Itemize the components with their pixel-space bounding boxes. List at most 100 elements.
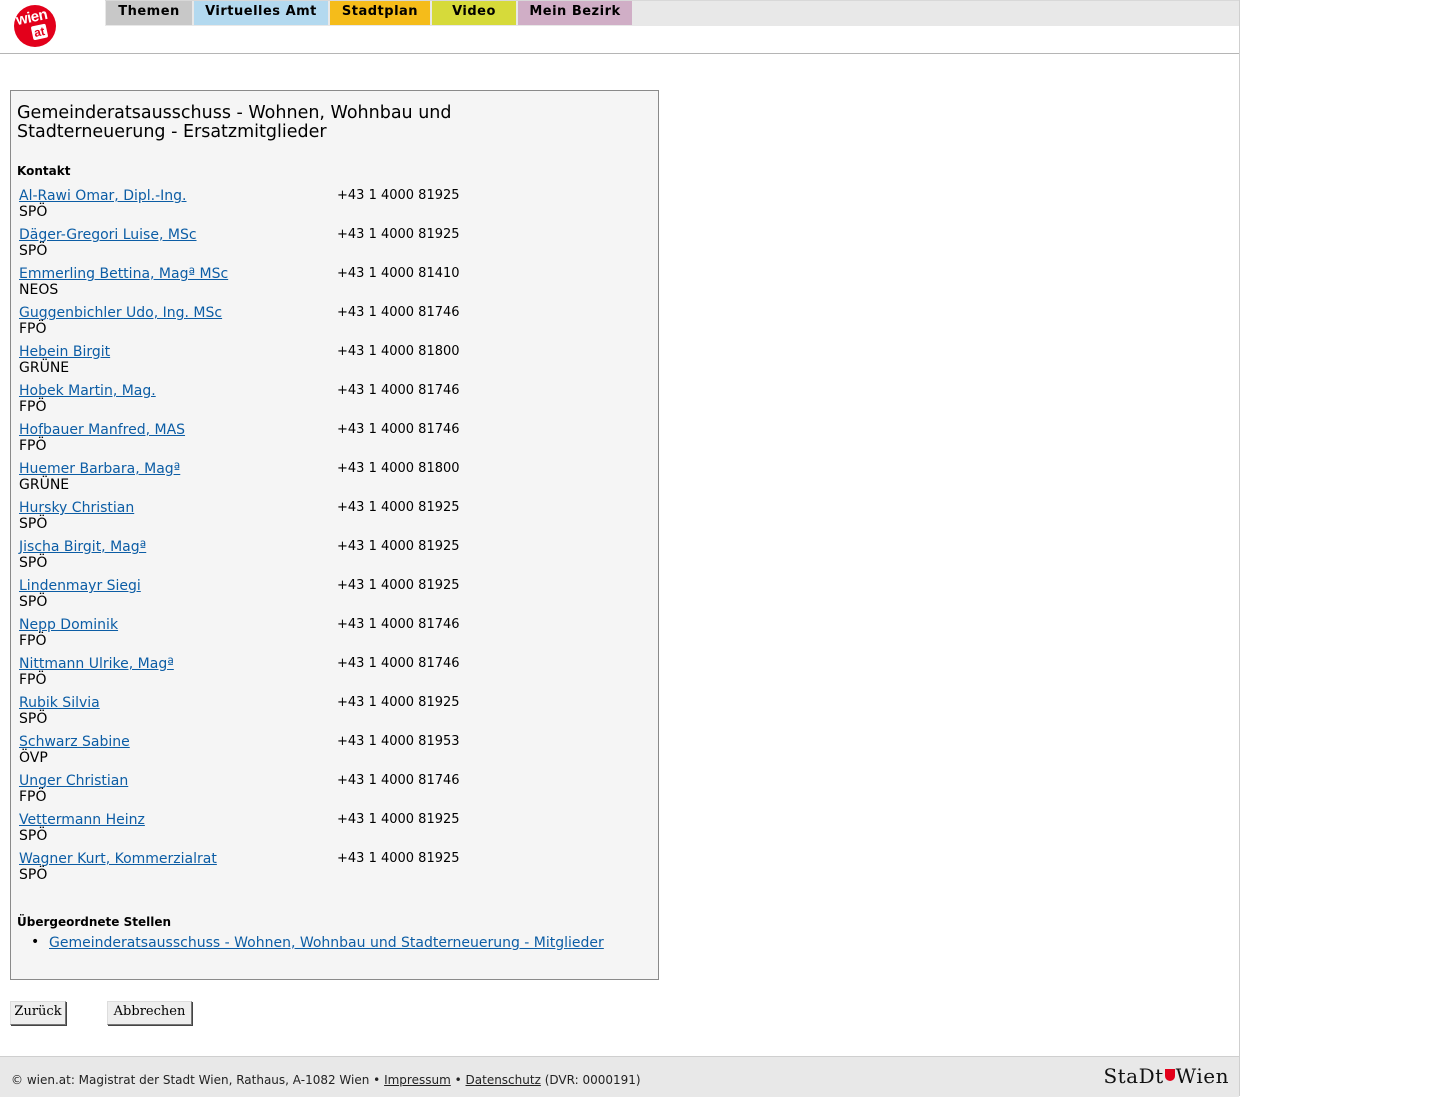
contact-name-link[interactable]: Emmerling Bettina, Magª MSc	[19, 266, 228, 282]
contact-name-link[interactable]: Hobek Martin, Mag.	[19, 383, 156, 399]
shield-icon	[1164, 1069, 1175, 1081]
parent-link-mitglieder[interactable]: Gemeinderatsausschuss - Wohnen, Wohnbau …	[49, 935, 604, 951]
contact-row: Unger Christian FPÖ +43 1 4000 81746	[19, 773, 619, 812]
contact-party: SPÖ	[19, 867, 48, 883]
contact-party: SPÖ	[19, 828, 48, 844]
contact-phone: +43 1 4000 81925	[337, 695, 460, 710]
contact-phone: +43 1 4000 81925	[337, 578, 460, 593]
contact-phone: +43 1 4000 81925	[337, 539, 460, 554]
footer-separator: •	[454, 1073, 462, 1087]
contact-name-link[interactable]: Wagner Kurt, Kommerzialrat	[19, 851, 217, 867]
contact-row: Wagner Kurt, Kommerzialrat SPÖ +43 1 4000 …	[19, 851, 619, 890]
contact-party: FPÖ	[19, 672, 47, 688]
impressum-link[interactable]: Impressum	[384, 1073, 451, 1087]
contact-row: Hursky Christian SPÖ +43 1 4000 81925	[19, 500, 619, 539]
contact-name-link[interactable]: Rubik Silvia	[19, 695, 100, 711]
contact-phone: +43 1 4000 81800	[337, 344, 460, 359]
contact-phone: +43 1 4000 81746	[337, 305, 460, 320]
contact-row: Nepp Dominik FPÖ +43 1 4000 81746	[19, 617, 619, 656]
contact-row: Däger-Gregori Luise, MSc SPÖ +43 1 4000 81…	[19, 227, 619, 266]
contact-row: Guggenbichler Udo, Ing. MSc FPÖ +43 1 4000…	[19, 305, 619, 344]
contact-party: GRÜNE	[19, 477, 70, 493]
tab-video[interactable]: Video	[432, 1, 516, 25]
contact-row: Nittmann Ulrike, Magª FPÖ +43 1 4000 81746	[19, 656, 619, 695]
contact-name-link[interactable]: Nittmann Ulrike, Magª	[19, 656, 174, 672]
page-title: Gemeinderatsausschuss - Wohnen, Wohnbau …	[17, 103, 452, 142]
brand-stadt: StaDt	[1103, 1064, 1164, 1088]
contact-phone: +43 1 4000 81746	[337, 383, 460, 398]
tab-stadtplan[interactable]: Stadtplan	[330, 1, 430, 25]
contact-name-link[interactable]: Schwarz Sabine	[19, 734, 130, 750]
contact-name-link[interactable]: Hebein Birgit	[19, 344, 110, 360]
wien-at-logo[interactable]: wien at	[14, 5, 56, 47]
kontakt-heading: Kontakt	[17, 164, 71, 178]
header: wien at Themen Virtuelles Amt Stadtplan …	[0, 0, 1239, 54]
page: wien at Themen Virtuelles Amt Stadtplan …	[0, 0, 1240, 1097]
dvr-number: (DVR: 0000191)	[544, 1073, 641, 1087]
contact-name-link[interactable]: Hofbauer Manfred, MAS	[19, 422, 185, 438]
contact-name-link[interactable]: Jischa Birgit, Magª	[19, 539, 146, 555]
contact-phone: +43 1 4000 81410	[337, 266, 460, 281]
contact-row: Emmerling Bettina, Magª MSc NEOS +43 1 400…	[19, 266, 619, 305]
contact-row: Schwarz Sabine ÖVP +43 1 4000 81953	[19, 734, 619, 773]
contact-phone: +43 1 4000 81925	[337, 851, 460, 866]
bullet-icon: •	[31, 934, 40, 950]
tab-virtuelles-amt[interactable]: Virtuelles Amt	[194, 1, 328, 25]
content-box: Gemeinderatsausschuss - Wohnen, Wohnbau …	[10, 90, 659, 980]
contact-party: ÖVP	[19, 750, 48, 766]
contact-party: SPÖ	[19, 594, 48, 610]
contact-row: Hobek Martin, Mag. FPÖ +43 1 4000 81746	[19, 383, 619, 422]
contact-party: GRÜNE	[19, 360, 70, 376]
contact-phone: +43 1 4000 81925	[337, 812, 460, 827]
footer-text: © wien.at: Magistrat der Stadt Wien, Rat…	[11, 1073, 641, 1087]
contact-name-link[interactable]: Unger Christian	[19, 773, 128, 789]
parent-heading: Übergeordnete Stellen	[17, 915, 172, 929]
contact-row: Vettermann Heinz SPÖ +43 1 4000 81925	[19, 812, 619, 851]
footer: © wien.at: Magistrat der Stadt Wien, Rat…	[0, 1056, 1239, 1097]
contact-phone: +43 1 4000 81746	[337, 422, 460, 437]
contact-row: Huemer Barbara, Magª GRÜNE +43 1 4000 8180…	[19, 461, 619, 500]
right-margin	[1240, 0, 1440, 1096]
contact-phone: +43 1 4000 81925	[337, 188, 460, 203]
contact-phone: +43 1 4000 81746	[337, 656, 460, 671]
contact-party: SPÖ	[19, 204, 48, 220]
contact-phone: +43 1 4000 81746	[337, 773, 460, 788]
contact-name-link[interactable]: Al-Rawi Omar, Dipl.-Ing.	[19, 188, 187, 204]
contact-row: Hebein Birgit GRÜNE +43 1 4000 81800	[19, 344, 619, 383]
contact-name-link[interactable]: Huemer Barbara, Magª	[19, 461, 180, 477]
cancel-button[interactable]: Abbrechen	[107, 1001, 192, 1025]
contact-name-link[interactable]: Nepp Dominik	[19, 617, 118, 633]
contact-row: Hofbauer Manfred, MAS FPÖ +43 1 4000 81746	[19, 422, 619, 461]
contact-party: FPÖ	[19, 789, 47, 805]
contact-name-link[interactable]: Vettermann Heinz	[19, 812, 145, 828]
logo-suffix: at	[30, 23, 48, 41]
contact-party: SPÖ	[19, 711, 48, 727]
contact-name-link[interactable]: Guggenbichler Udo, Ing. MSc	[19, 305, 222, 321]
datenschutz-link[interactable]: Datenschutz	[466, 1073, 541, 1087]
contact-phone: +43 1 4000 81800	[337, 461, 460, 476]
contact-phone: +43 1 4000 81925	[337, 227, 460, 242]
contact-party: FPÖ	[19, 438, 47, 454]
footer-prefix: © wien.at: Magistrat der Stadt Wien, Rat…	[11, 1073, 381, 1087]
contact-row: Jischa Birgit, Magª SPÖ +43 1 4000 81925	[19, 539, 619, 578]
contact-phone: +43 1 4000 81953	[337, 734, 460, 749]
contact-name-link[interactable]: Däger-Gregori Luise, MSc	[19, 227, 197, 243]
contact-party: NEOS	[19, 282, 59, 298]
contact-row: Lindenmayr Siegi SPÖ +43 1 4000 81925	[19, 578, 619, 617]
tab-mein-bezirk[interactable]: Mein Bezirk	[518, 1, 632, 25]
contact-name-link[interactable]: Hursky Christian	[19, 500, 134, 516]
tab-themen[interactable]: Themen	[106, 1, 192, 25]
stadt-wien-logo[interactable]: StaDt Wien	[1103, 1064, 1229, 1088]
contact-party: SPÖ	[19, 555, 48, 571]
contact-party: FPÖ	[19, 633, 47, 649]
back-button[interactable]: Zurück	[10, 1001, 66, 1025]
contact-party: FPÖ	[19, 399, 47, 415]
contact-name-link[interactable]: Lindenmayr Siegi	[19, 578, 141, 594]
contact-party: FPÖ	[19, 321, 47, 337]
contact-party: SPÖ	[19, 243, 48, 259]
contact-row: Al-Rawi Omar, Dipl.-Ing. SPÖ +43 1 4000 81…	[19, 188, 619, 227]
brand-wien: Wien	[1175, 1064, 1229, 1088]
contact-phone: +43 1 4000 81925	[337, 500, 460, 515]
contact-phone: +43 1 4000 81746	[337, 617, 460, 632]
contact-party: SPÖ	[19, 516, 48, 532]
